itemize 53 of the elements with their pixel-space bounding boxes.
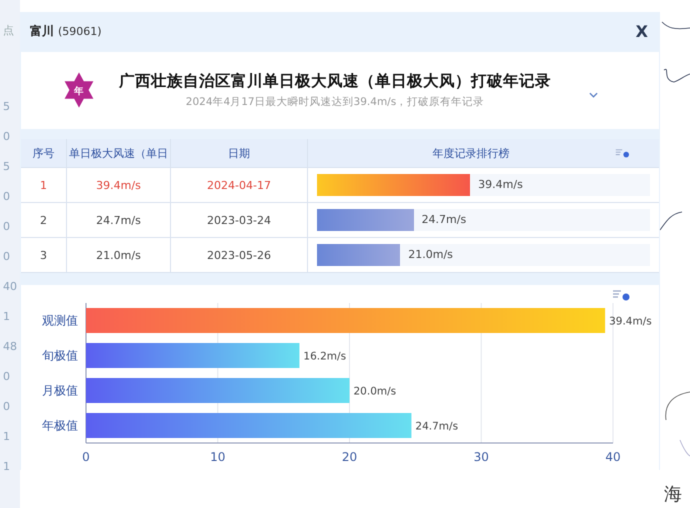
bar-value: 39.4m/s (478, 178, 523, 191)
axis-label: 0 (2, 369, 10, 385)
chevron-icon[interactable] (589, 92, 598, 98)
axis-label: 1 (2, 309, 10, 325)
table-cell: 21.0m/s (67, 238, 171, 272)
bar-value: 24.7m/s (422, 213, 466, 226)
bar-value: 39.4m/s (609, 316, 652, 328)
record-title: 广西壮族自治区富川单日极大风速（单日极大风）打破年记录 (119, 71, 551, 92)
bar-value: 16.2m/s (303, 350, 346, 362)
map-label: 海 (664, 484, 682, 506)
category-label: 旬极值 (42, 348, 78, 362)
axis-label: 1 (2, 459, 10, 475)
axis-label: 0 (2, 399, 10, 415)
axis-label: 5 (2, 159, 10, 175)
bar-value: 24.7m/s (415, 420, 458, 432)
column-header: 日期 (171, 139, 308, 167)
table-cell: 24.7m/s (67, 203, 171, 237)
download-icon[interactable] (615, 147, 631, 159)
tick-label: 0 (82, 450, 90, 464)
axis-label: 点 (2, 23, 14, 39)
table-cell: 2023-05-26 (171, 238, 308, 272)
star-badge-icon: 年 (63, 72, 95, 108)
tick-label: 40 (605, 450, 621, 464)
axis-label: 0 (2, 219, 10, 235)
axis-label: 40 (2, 279, 17, 295)
column-header: 序号 (21, 139, 67, 167)
close-button[interactable]: X (634, 22, 650, 42)
table-cell: 2024-04-17 (171, 168, 308, 202)
record-subtitle: 2024年4月17日最大瞬时风速达到39.4m/s，打破原有年记录 (186, 95, 484, 110)
category-label: 年极值 (42, 418, 78, 432)
table-cell: 2 (21, 203, 67, 237)
category-label: 月极值 (42, 384, 78, 398)
axis-label: 0 (2, 129, 10, 145)
column-header: 单日极大风速（单日 (67, 139, 171, 167)
download-icon[interactable] (612, 290, 630, 300)
table-cell: 39.4m/s (67, 168, 171, 202)
axis-label: 5 (2, 99, 10, 115)
station-name: 富川 (30, 23, 54, 40)
column-header: 年度记录排行榜 (432, 146, 510, 162)
category-label: 观测值 (42, 314, 78, 328)
axis-label: 48 (2, 339, 17, 355)
table-cell: 1 (21, 168, 67, 202)
tick-label: 30 (474, 450, 489, 464)
tick-label: 20 (342, 450, 358, 464)
bar-value: 20.0m/s (354, 386, 396, 398)
tick-label: 10 (210, 450, 226, 464)
table-cell: 3 (21, 238, 67, 272)
axis-label: 0 (2, 189, 10, 205)
axis-label: 1 (2, 429, 10, 445)
bar-value: 21.0m/s (408, 248, 453, 261)
station-id: (59061) (58, 25, 102, 38)
axis-label: 0 (2, 249, 10, 265)
table-cell: 2023-03-24 (171, 203, 308, 237)
